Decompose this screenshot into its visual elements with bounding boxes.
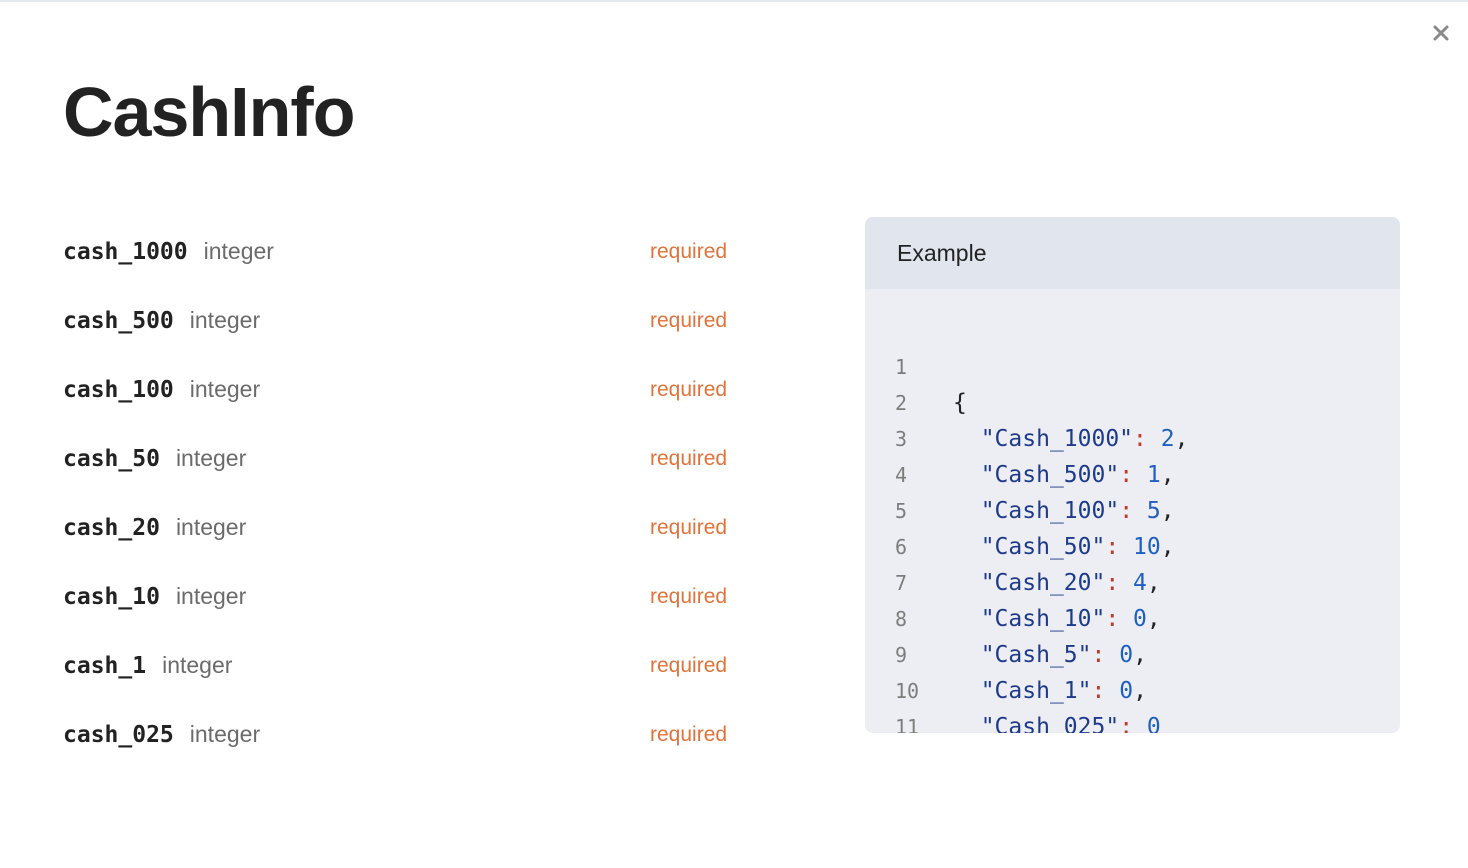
required-badge: required xyxy=(650,515,728,539)
required-badge: required xyxy=(650,446,728,470)
field-row-cash-10: cash_10 integer required xyxy=(63,562,743,631)
json-key: "Cash_1" xyxy=(980,678,1092,704)
json-value: 4 xyxy=(1133,570,1147,596)
field-type: integer xyxy=(175,583,247,609)
field-type: integer xyxy=(175,514,247,540)
required-badge: required xyxy=(650,308,728,332)
required-badge: required xyxy=(650,653,728,677)
json-key: "Cash_20" xyxy=(980,570,1106,596)
code-line: 6 "Cash_20": 4, xyxy=(865,493,1161,596)
code-line: 7 "Cash_10": 0, xyxy=(865,529,1161,632)
code-line: 10 "Cash_025": 0 xyxy=(865,637,1161,733)
field-name: cash_1 xyxy=(63,652,147,679)
json-value: 1 xyxy=(1146,462,1161,488)
json-value: 2 xyxy=(1160,426,1175,452)
page-title: CashInfo xyxy=(63,73,355,151)
field-name: cash_10 xyxy=(63,583,160,610)
field-row-cash-025: cash_025 integer required xyxy=(63,700,743,769)
field-type: integer xyxy=(203,238,274,264)
code-line: 4 "Cash_100": 5, xyxy=(865,421,1175,524)
code-line: 9 "Cash_1": 0, xyxy=(865,601,1147,704)
code-block: 1 { 2 "Cash_1000": 2, 3 "Cash_500": 1, 4… xyxy=(865,313,1188,733)
json-value: 10 xyxy=(1133,534,1161,560)
field-list: cash_1000 integer required cash_500 inte… xyxy=(63,217,743,769)
json-key: "Cash_500" xyxy=(980,462,1120,488)
open-brace: { xyxy=(953,390,967,416)
field-name: cash_50 xyxy=(63,445,160,472)
json-key: "Cash_50" xyxy=(980,534,1106,560)
json-key: "Cash_1000" xyxy=(980,426,1134,452)
json-key: "Cash_5" xyxy=(980,642,1092,668)
json-value: 0 xyxy=(1119,678,1134,704)
field-name: cash_20 xyxy=(63,514,160,541)
top-border xyxy=(0,0,1468,2)
field-row-cash-50: cash_50 integer required xyxy=(63,424,743,493)
close-icon xyxy=(1433,25,1449,41)
field-type: integer xyxy=(162,652,233,678)
line-number: 11 xyxy=(895,715,920,733)
field-type: integer xyxy=(189,721,261,747)
json-key: "Cash_10" xyxy=(980,606,1106,632)
code-line: 2 "Cash_1000": 2, xyxy=(865,349,1188,452)
field-type: integer xyxy=(189,376,261,402)
json-key: "Cash_025" xyxy=(980,714,1120,733)
required-badge: required xyxy=(650,584,728,608)
field-row-cash-1000: cash_1000 integer required xyxy=(63,217,743,286)
field-row-cash-500: cash_500 integer required xyxy=(63,286,743,355)
required-badge: required xyxy=(650,239,728,263)
code-line: 5 "Cash_50": 10, xyxy=(865,457,1175,560)
code-line: 8 "Cash_5": 0, xyxy=(865,565,1147,668)
code-line: 1 { xyxy=(865,313,967,416)
close-button[interactable] xyxy=(1426,18,1456,48)
field-row-cash-1: cash_1 integer required xyxy=(63,631,743,700)
code-line: 11 } xyxy=(865,673,948,733)
code-line: 3 "Cash_500": 1, xyxy=(865,385,1175,488)
json-key: "Cash_100" xyxy=(980,498,1120,524)
required-badge: required xyxy=(650,722,728,746)
field-name: cash_1000 xyxy=(63,238,188,265)
json-value: 0 xyxy=(1146,714,1161,733)
example-panel: Example 1 { 2 "Cash_1000": 2, 3 "Cash_50… xyxy=(865,217,1400,733)
example-header: Example xyxy=(865,217,1400,289)
json-value: 0 xyxy=(1119,642,1134,668)
json-value: 5 xyxy=(1146,498,1161,524)
field-name: cash_100 xyxy=(63,376,174,403)
field-name: cash_025 xyxy=(63,721,174,748)
field-type: integer xyxy=(189,307,261,333)
required-badge: required xyxy=(650,377,728,401)
field-type: integer xyxy=(175,445,247,471)
field-row-cash-20: cash_20 integer required xyxy=(63,493,743,562)
json-value: 0 xyxy=(1133,606,1147,632)
field-name: cash_500 xyxy=(63,307,174,334)
field-row-cash-100: cash_100 integer required xyxy=(63,355,743,424)
